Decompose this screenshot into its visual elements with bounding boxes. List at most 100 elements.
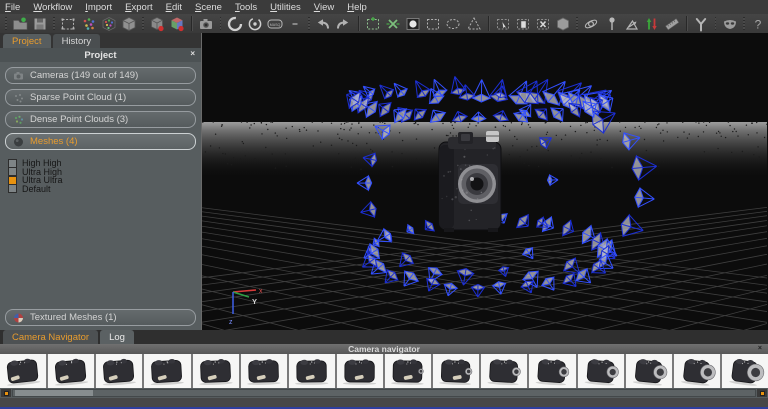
menu-tools[interactable]: Tools (235, 2, 257, 13)
toolbar-separator (715, 17, 717, 30)
camera-thumbnail[interactable] (48, 354, 94, 388)
pin-icon[interactable] (604, 15, 620, 32)
textured-item-icon (13, 312, 24, 324)
camera-thumbnail[interactable] (578, 354, 624, 388)
select-rect-add-icon[interactable] (364, 15, 380, 32)
scroll-left-icon (4, 391, 9, 396)
scrollbar-thumb[interactable] (15, 390, 93, 396)
tree-item-cameras[interactable]: Cameras (149 out of 149) (5, 67, 196, 84)
mesh-layer-list: High HighUltra HighUltra UltraDefault (8, 159, 196, 193)
camera-mesh (439, 131, 501, 232)
camera-thumbnail[interactable] (289, 354, 335, 388)
menu-edit[interactable]: Edit (166, 2, 182, 13)
menu-workflow[interactable]: Workflow (33, 2, 72, 13)
select-cursor-icon[interactable] (495, 15, 511, 32)
menu-view[interactable]: View (314, 2, 334, 13)
tab-project[interactable]: Project (3, 34, 51, 48)
camera-thumbnail[interactable] (96, 354, 142, 388)
mesh-layer-checkbox[interactable] (8, 184, 17, 193)
toolbar-separator (576, 17, 578, 30)
open-project-icon[interactable] (12, 15, 28, 32)
viewport-3d[interactable]: x Y z (201, 33, 768, 330)
wrench-icon[interactable] (693, 15, 709, 32)
selection-delete-icon[interactable] (535, 15, 551, 32)
tree-item-sparse[interactable]: Sparse Point Cloud (1) (5, 89, 196, 106)
select-lasso-icon[interactable] (445, 15, 461, 32)
svg-text:x: x (259, 288, 263, 295)
colored-mesh-icon[interactable] (169, 15, 185, 32)
menu-help[interactable]: Help (347, 2, 367, 13)
project-panel: ProjectHistory Project × Cameras (149 ou… (0, 33, 201, 330)
camera-thumbnail[interactable] (433, 354, 479, 388)
move-gizmo-icon[interactable] (624, 15, 640, 32)
rotate-center-icon[interactable] (247, 15, 263, 32)
tab-camera-navigator[interactable]: Camera Navigator (3, 330, 98, 344)
toolbar-separator (686, 16, 687, 31)
bounding-box-icon[interactable] (60, 15, 76, 32)
mesh-icon[interactable] (121, 15, 137, 32)
ruler-icon[interactable] (664, 15, 680, 32)
camera-thumbnail[interactable] (385, 354, 431, 388)
tree-item-label: Sparse Point Cloud (1) (30, 92, 126, 103)
select-invert-icon[interactable] (405, 15, 421, 32)
menu-import[interactable]: Import (85, 2, 112, 13)
sparse-cloud-icon[interactable] (80, 15, 96, 32)
menu-utilities[interactable]: Utilities (270, 2, 301, 13)
orbit-mode-icon[interactable] (226, 15, 242, 32)
tab-log[interactable]: Log (100, 330, 134, 344)
toolbar-separator (191, 16, 192, 31)
thumbnail-scrollbar[interactable] (0, 388, 768, 398)
camera-thumbnail[interactable] (144, 354, 190, 388)
scroll-right-button[interactable] (757, 389, 767, 397)
scroll-left-button[interactable] (1, 389, 11, 397)
tab-history[interactable]: History (53, 34, 101, 48)
application-window: File Workflow Import Export Edit Scene Tools Ut… (0, 0, 768, 409)
camera-thumbnail-strip (0, 354, 768, 388)
select-rect-remove-icon[interactable] (385, 15, 401, 32)
status-bar (0, 398, 768, 409)
project-panel-header: Project × (0, 48, 201, 62)
transform-arrows-icon[interactable] (644, 15, 660, 32)
close-icon[interactable]: × (190, 49, 195, 58)
mesh-layer-label: Default (22, 184, 51, 194)
camera-icon[interactable] (198, 15, 214, 32)
menu-scene[interactable]: Scene (195, 2, 222, 13)
select-rect-icon[interactable] (425, 15, 441, 32)
camera-thumbnail[interactable] (722, 354, 768, 388)
camera-thumbnail[interactable] (529, 354, 575, 388)
close-icon[interactable]: × (758, 344, 762, 354)
camera-thumbnail[interactable] (626, 354, 672, 388)
camera-thumbnail[interactable] (481, 354, 527, 388)
selection-copy-icon[interactable] (515, 15, 531, 32)
tree-item-textured-meshes[interactable]: Textured Meshes (1) (5, 309, 196, 326)
redo-icon[interactable] (335, 15, 351, 32)
undo-icon[interactable] (315, 15, 331, 32)
dense-cloud-icon[interactable] (101, 15, 117, 32)
camera-thumbnail[interactable] (0, 354, 46, 388)
orbit-gizmo-icon[interactable] (583, 15, 599, 32)
mask-icon[interactable] (721, 15, 737, 32)
camera-thumbnail[interactable] (241, 354, 287, 388)
textured-mesh-icon[interactable] (149, 15, 165, 32)
menu-file[interactable]: File (5, 2, 20, 13)
tree-item-dense[interactable]: Dense Point Clouds (3) (5, 111, 196, 128)
help-icon[interactable]: ? (750, 15, 766, 32)
select-poly-icon[interactable] (466, 15, 482, 32)
camera-thumbnail[interactable] (674, 354, 720, 388)
bottom-panel-tabs: Camera NavigatorLog (0, 330, 768, 344)
masquerade-icon[interactable]: MASQ (267, 15, 283, 32)
svg-text:MASQ: MASQ (270, 23, 281, 27)
svg-text:z: z (229, 319, 233, 326)
menu-export[interactable]: Export (125, 2, 152, 13)
project-tree: Cameras (149 out of 149) Sparse Point Clo… (0, 62, 201, 330)
menu-bar: File Workflow Import Export Edit Scene Tools Ut… (0, 0, 768, 14)
toolbar-separator (358, 16, 359, 31)
tree-item-label: Cameras (149 out of 149) (30, 70, 138, 81)
camera-thumbnail[interactable] (337, 354, 383, 388)
overflow-dash-icon[interactable] (287, 15, 303, 32)
camera-thumbnail[interactable] (193, 354, 239, 388)
solid-cube-icon[interactable] (555, 15, 571, 32)
tree-item-meshes[interactable]: Meshes (4) (5, 133, 196, 150)
scrollbar-track[interactable] (12, 389, 756, 397)
save-project-icon[interactable] (32, 15, 48, 32)
